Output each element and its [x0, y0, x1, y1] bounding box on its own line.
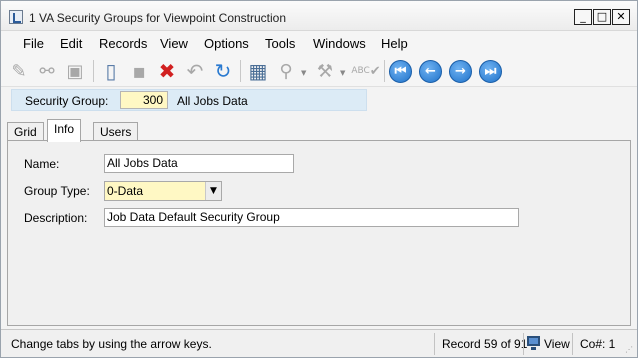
description-label: Description: [24, 211, 88, 225]
menu-tools[interactable]: Tools [265, 36, 295, 51]
window-title: 1 VA Security Groups for Viewpoint Const… [29, 11, 287, 25]
attach-icon[interactable]: ⚲ [274, 59, 298, 83]
previous-record-button[interactable]: ← [419, 60, 442, 83]
group-type-value: 0-Data [107, 184, 144, 198]
info-panel: Name: All Jobs Data Group Type: 0-Data ▼… [7, 140, 631, 326]
minimize-button[interactable]: _ [574, 9, 592, 25]
menu-view[interactable]: View [160, 36, 188, 51]
last-record-button[interactable]: ⏭ [479, 60, 502, 83]
key-bar: Security Group: 300 All Jobs Data [11, 89, 367, 111]
monitor-stand [531, 347, 536, 350]
menu-options[interactable]: Options [204, 36, 249, 51]
title-bar: 1 VA Security Groups for Viewpoint Const… [1, 1, 637, 31]
menu-file[interactable]: File [23, 36, 44, 51]
toolbar: ✎ ⚯ ▣ ▯ ▪ ✖ ↶ ↻ ▦ ⚲ ▼ ⚒ ▼ ABC ✔ ⏮ ← → ⏭ [1, 55, 637, 87]
status-separator [434, 333, 435, 355]
menu-windows[interactable]: Windows [313, 36, 366, 51]
next-record-button[interactable]: → [449, 60, 472, 83]
toolbar-separator [93, 60, 94, 82]
tab-users[interactable]: Users [93, 122, 139, 141]
menu-edit[interactable]: Edit [60, 36, 82, 51]
name-label: Name: [24, 157, 60, 171]
refresh-icon[interactable]: ↻ [211, 59, 235, 83]
edit-icon[interactable]: ✎ [7, 59, 31, 83]
resize-grip-icon[interactable]: ⋰ [625, 345, 635, 355]
record-counter: Record 59 of 91 [442, 337, 528, 351]
maximize-button[interactable]: □ [593, 9, 611, 25]
toolbar-separator [384, 60, 385, 82]
mode-indicator: View [544, 337, 570, 351]
status-separator [523, 333, 524, 355]
first-record-button[interactable]: ⏮ [389, 60, 412, 83]
check-icon: ✔ [369, 63, 381, 79]
group-type-label: Group Type: [24, 184, 90, 198]
spellcheck-icon[interactable]: ABC ✔ [351, 59, 381, 83]
menu-help[interactable]: Help [381, 36, 408, 51]
security-group-description: All Jobs Data [177, 94, 248, 108]
attach-dropdown-icon[interactable]: ▼ [301, 69, 306, 77]
monitor-icon [527, 336, 540, 346]
status-bar: Change tabs by using the arrow keys. Rec… [1, 329, 637, 357]
security-group-input[interactable]: 300 [120, 91, 168, 109]
description-input[interactable]: Job Data Default Security Group [104, 208, 519, 227]
tools-icon[interactable]: ⚒ [313, 59, 337, 83]
security-group-label: Security Group: [25, 94, 109, 108]
spellcheck-text: ABC [351, 66, 370, 76]
undo-icon[interactable]: ↶ [183, 59, 207, 83]
company-indicator: Co#: 1 [580, 337, 616, 351]
name-input[interactable]: All Jobs Data [104, 154, 294, 173]
tab-info[interactable]: Info [47, 119, 82, 142]
find-icon[interactable]: ⚯ [35, 59, 59, 83]
status-message: Change tabs by using the arrow keys. [11, 337, 212, 351]
save-icon[interactable]: ▪ [127, 59, 151, 83]
print-icon[interactable]: ▣ [63, 59, 87, 83]
app-icon [9, 10, 23, 24]
toolbar-separator [240, 60, 241, 82]
close-button[interactable]: ✕ [612, 9, 630, 25]
calculator-icon[interactable]: ▦ [246, 59, 270, 83]
status-separator [572, 333, 573, 355]
delete-icon[interactable]: ✖ [155, 59, 179, 83]
menu-records[interactable]: Records [99, 36, 147, 51]
app-window: 1 VA Security Groups for Viewpoint Const… [0, 0, 638, 358]
group-type-select[interactable]: 0-Data ▼ [104, 181, 222, 201]
chevron-down-icon[interactable]: ▼ [205, 182, 221, 200]
menu-bar: File Edit Records View Options Tools Win… [1, 31, 637, 55]
tab-grid[interactable]: Grid [7, 122, 44, 141]
new-record-icon[interactable]: ▯ [99, 59, 123, 83]
tools-dropdown-icon[interactable]: ▼ [340, 69, 345, 77]
